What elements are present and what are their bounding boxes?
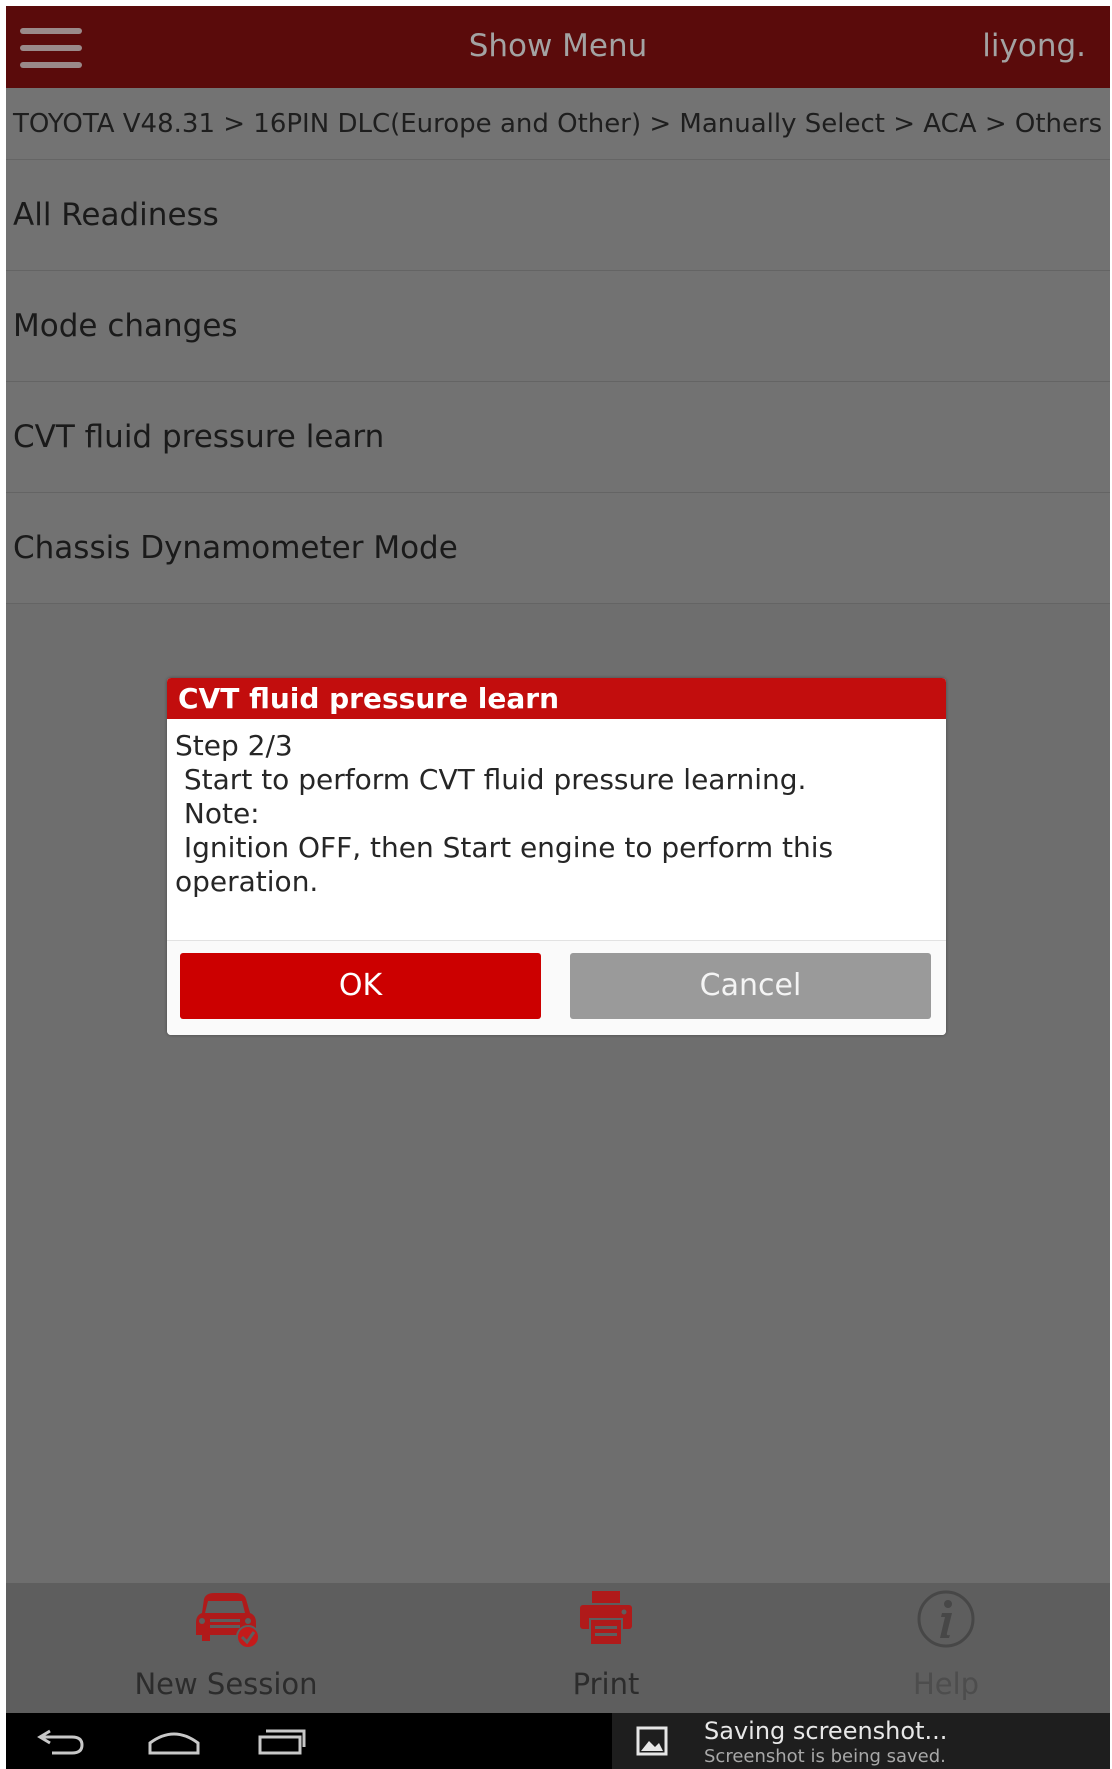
print-label: Print xyxy=(572,1667,640,1701)
cancel-button[interactable]: Cancel xyxy=(570,953,931,1019)
printer-icon xyxy=(580,1591,632,1646)
car-check-icon xyxy=(196,1593,260,1649)
menu-item-chassis-dynamometer-mode[interactable]: Chassis Dynamometer Mode xyxy=(6,493,1110,604)
new-session-button[interactable]: New Session xyxy=(96,1583,356,1713)
bottom-toolbar: New Session Print Help xyxy=(6,1583,1110,1713)
app-screen: Show Menu liyong. TOYOTA V48.31 > 16PIN … xyxy=(6,6,1110,1769)
home-icon[interactable] xyxy=(146,1723,202,1759)
user-name: liyong. xyxy=(982,28,1086,64)
help-button[interactable]: Help xyxy=(826,1583,1066,1713)
screenshot-notification[interactable]: Saving screenshot... Screenshot is being… xyxy=(612,1713,1110,1769)
function-menu-list: All Readiness Mode changes CVT fluid pre… xyxy=(6,160,1110,604)
image-icon xyxy=(636,1726,668,1756)
info-icon xyxy=(917,1590,975,1648)
show-menu-title[interactable]: Show Menu xyxy=(6,28,1110,64)
menu-item-mode-changes[interactable]: Mode changes xyxy=(6,271,1110,382)
procedure-dialog: CVT fluid pressure learn Step 2/3 Start … xyxy=(167,678,946,1035)
back-icon[interactable] xyxy=(36,1723,86,1759)
dialog-message: Step 2/3 Start to perform CVT fluid pres… xyxy=(167,719,946,940)
dialog-message-line: Start to perform CVT fluid pressure lear… xyxy=(175,763,807,796)
system-nav-bar: Saving screenshot... Screenshot is being… xyxy=(6,1713,1110,1769)
recent-apps-icon[interactable] xyxy=(256,1723,308,1759)
dialog-title: CVT fluid pressure learn xyxy=(167,678,946,719)
ok-button[interactable]: OK xyxy=(180,953,541,1019)
help-label: Help xyxy=(912,1667,980,1701)
breadcrumb: TOYOTA V48.31 > 16PIN DLC(Europe and Oth… xyxy=(6,88,1110,160)
menu-item-cvt-fluid-pressure-learn[interactable]: CVT fluid pressure learn xyxy=(6,382,1110,493)
dialog-message-line: Ignition OFF, then Start engine to perfo… xyxy=(175,831,834,864)
dialog-button-bar: OK Cancel xyxy=(167,940,946,1035)
notification-title: Saving screenshot... xyxy=(704,1717,948,1745)
print-button[interactable]: Print xyxy=(486,1583,726,1713)
notification-subtitle: Screenshot is being saved. xyxy=(704,1746,946,1767)
top-bar: Show Menu liyong. xyxy=(6,6,1110,88)
dialog-message-line: Step 2/3 xyxy=(175,729,293,762)
dialog-message-line: Note: xyxy=(175,797,260,830)
new-session-label: New Session xyxy=(134,1667,318,1701)
menu-item-all-readiness[interactable]: All Readiness xyxy=(6,160,1110,271)
dialog-message-line: operation. xyxy=(175,865,319,898)
